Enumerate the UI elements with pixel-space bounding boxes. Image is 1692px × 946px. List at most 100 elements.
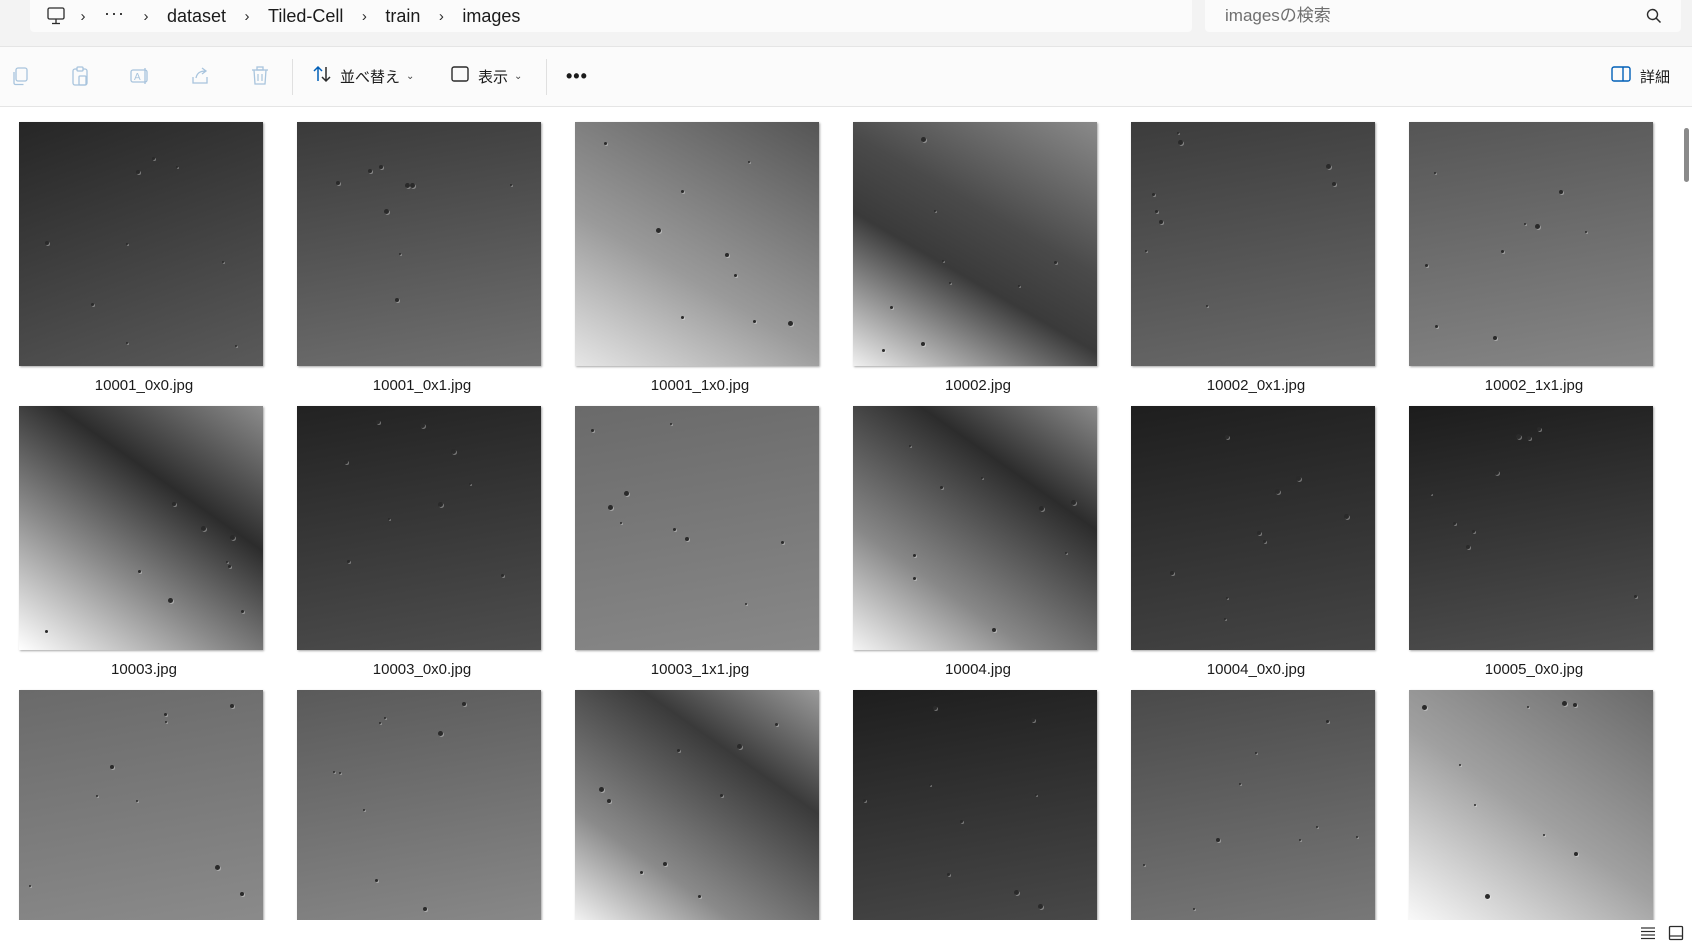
file-tile[interactable]: 10004_0x0.jpg bbox=[1131, 406, 1377, 686]
file-name: 10003.jpg bbox=[111, 661, 177, 678]
cell-speck bbox=[1537, 427, 1541, 431]
file-thumbnail[interactable] bbox=[853, 406, 1097, 650]
cell-speck bbox=[423, 907, 427, 911]
breadcrumb-separator[interactable]: › bbox=[131, 8, 161, 25]
file-tile[interactable]: 10005_0x0.jpg bbox=[1409, 406, 1655, 686]
search-input[interactable] bbox=[1223, 5, 1627, 27]
file-tile[interactable]: 10003.jpg bbox=[19, 406, 265, 686]
cell-speck bbox=[1039, 506, 1044, 511]
details-pane-icon bbox=[1610, 64, 1632, 88]
rename-icon[interactable]: A bbox=[128, 64, 152, 88]
cell-speck bbox=[1226, 597, 1228, 599]
breadcrumb-separator[interactable]: › bbox=[349, 8, 379, 25]
file-tile[interactable] bbox=[575, 690, 821, 920]
file-thumbnail[interactable] bbox=[1131, 122, 1375, 366]
address-bar[interactable]: › ··· › dataset › Tiled-Cell › train › i… bbox=[30, 0, 1192, 32]
file-thumbnail[interactable] bbox=[575, 690, 819, 920]
cell-speck bbox=[1425, 264, 1428, 267]
cell-speck bbox=[737, 744, 742, 749]
file-thumbnail[interactable] bbox=[575, 122, 819, 366]
file-thumbnail[interactable] bbox=[1409, 690, 1653, 920]
breadcrumb-separator[interactable]: › bbox=[68, 8, 98, 25]
file-tile[interactable]: 10001_0x0.jpg bbox=[19, 122, 265, 402]
file-thumbnail[interactable] bbox=[297, 406, 541, 650]
cell-speck bbox=[591, 429, 594, 432]
file-thumbnail[interactable] bbox=[1131, 406, 1375, 650]
cell-speck bbox=[890, 306, 893, 309]
breadcrumb-item-dataset[interactable]: dataset bbox=[161, 6, 232, 27]
file-tile[interactable]: 10002_0x1.jpg bbox=[1131, 122, 1377, 402]
file-thumbnail[interactable] bbox=[1131, 690, 1375, 920]
cell-speck bbox=[91, 303, 94, 306]
cell-speck bbox=[226, 561, 228, 563]
cell-speck bbox=[1585, 231, 1587, 233]
cell-speck bbox=[1177, 132, 1179, 134]
vertical-scrollbar-thumb[interactable] bbox=[1684, 128, 1689, 182]
file-tile[interactable]: 10002.jpg bbox=[853, 122, 1099, 402]
file-tile[interactable] bbox=[1131, 690, 1377, 920]
file-thumbnail[interactable] bbox=[575, 406, 819, 650]
search-box[interactable] bbox=[1205, 0, 1681, 32]
cell-speck bbox=[375, 879, 378, 882]
file-tile[interactable] bbox=[1409, 690, 1655, 920]
command-bar: A 並べ替え ⌄ 表示 ⌄ ••• 詳細 bbox=[0, 46, 1692, 107]
cell-speck bbox=[934, 210, 936, 212]
breadcrumb-item-images[interactable]: images bbox=[456, 6, 526, 27]
file-grid: 10001_0x0.jpg 10001_0x1.jpg 10001_1x0.jpg 1… bbox=[0, 108, 1692, 920]
file-tile[interactable]: 10003_0x0.jpg bbox=[297, 406, 543, 686]
breadcrumb-separator[interactable]: › bbox=[426, 8, 456, 25]
cell-speck bbox=[1225, 435, 1229, 439]
cell-speck bbox=[1257, 531, 1261, 535]
breadcrumb-item-tiled-cell[interactable]: Tiled-Cell bbox=[262, 6, 349, 27]
breadcrumb-more-button[interactable]: ··· bbox=[98, 3, 131, 24]
more-options-button[interactable]: ••• bbox=[566, 62, 588, 90]
share-icon[interactable] bbox=[188, 64, 212, 88]
file-thumbnail[interactable] bbox=[19, 406, 263, 650]
paste-icon[interactable] bbox=[68, 64, 92, 88]
file-tile[interactable]: 10003_1x1.jpg bbox=[575, 406, 821, 686]
cell-speck bbox=[992, 628, 996, 632]
breadcrumb-item-train[interactable]: train bbox=[379, 6, 426, 27]
cell-speck bbox=[1206, 305, 1208, 307]
file-tile[interactable] bbox=[297, 690, 543, 920]
cell-speck bbox=[745, 603, 747, 605]
file-thumbnail[interactable] bbox=[19, 122, 263, 366]
pc-icon[interactable] bbox=[44, 4, 68, 28]
file-tile[interactable]: 10002_1x1.jpg bbox=[1409, 122, 1655, 402]
copy-icon[interactable] bbox=[8, 64, 32, 88]
large-icons-view-icon[interactable] bbox=[1666, 923, 1686, 943]
file-tile[interactable]: 10001_1x0.jpg bbox=[575, 122, 821, 402]
sort-button[interactable]: 並べ替え ⌄ bbox=[312, 62, 414, 90]
cell-speck bbox=[152, 157, 155, 160]
delete-icon[interactable] bbox=[248, 64, 272, 88]
cell-speck bbox=[1031, 718, 1035, 722]
file-tile[interactable] bbox=[853, 690, 1099, 920]
file-thumbnail[interactable] bbox=[1409, 122, 1653, 366]
cell-speck bbox=[1562, 701, 1567, 706]
view-button[interactable]: 表示 ⌄ bbox=[450, 62, 522, 90]
file-tile[interactable]: 10001_0x1.jpg bbox=[297, 122, 543, 402]
cell-speck bbox=[164, 713, 167, 716]
cell-speck bbox=[1435, 325, 1438, 328]
cell-speck bbox=[230, 535, 235, 540]
file-thumbnail[interactable] bbox=[19, 690, 263, 920]
file-name: 10002_0x1.jpg bbox=[1206, 377, 1306, 394]
search-icon[interactable] bbox=[1645, 7, 1663, 25]
cell-speck bbox=[1065, 552, 1067, 554]
file-thumbnail[interactable] bbox=[1409, 406, 1653, 650]
file-thumbnail[interactable] bbox=[853, 690, 1097, 920]
cell-speck bbox=[379, 165, 383, 169]
file-thumbnail[interactable] bbox=[297, 690, 541, 920]
file-tile[interactable] bbox=[19, 690, 265, 920]
details-pane-button[interactable]: 詳細 bbox=[1610, 62, 1670, 90]
file-thumbnail[interactable] bbox=[297, 122, 541, 366]
address-bar-row: › ··· › dataset › Tiled-Cell › train › i… bbox=[0, 0, 1692, 46]
sort-label: 並べ替え bbox=[340, 68, 401, 86]
cell-speck bbox=[510, 184, 512, 186]
details-view-icon[interactable] bbox=[1638, 923, 1658, 943]
cell-speck bbox=[1216, 838, 1220, 842]
file-tile[interactable]: 10004.jpg bbox=[853, 406, 1099, 686]
file-thumbnail[interactable] bbox=[853, 122, 1097, 366]
cell-speck bbox=[1224, 618, 1226, 620]
breadcrumb-separator[interactable]: › bbox=[232, 8, 262, 25]
